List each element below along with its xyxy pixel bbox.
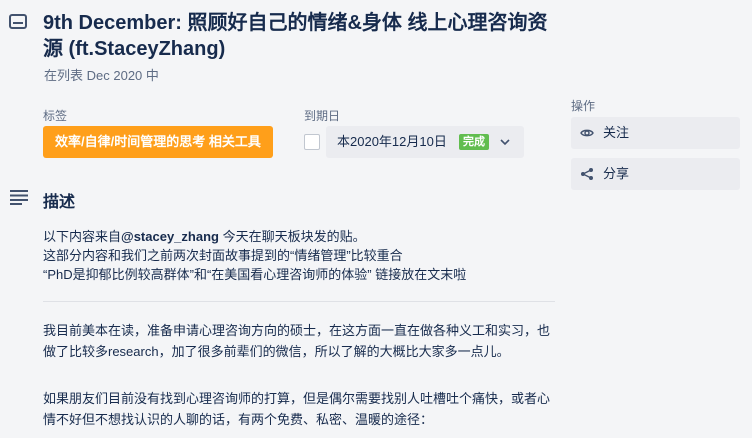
watch-button[interactable]: 关注: [571, 117, 740, 149]
description-heading: 描述: [43, 194, 76, 211]
description-line-3: “PhD是抑郁比例较高群体”和“在美国看心理咨询师的体验” 链接放在文末啦: [43, 267, 467, 282]
description-paragraph-2: 如果朋友们目前没有找到心理咨询师的打算，但是偶尔需要找别人吐槽吐个痛快，或者心情…: [43, 391, 551, 427]
description-body[interactable]: 以下内容来自@stacey_zhang 今天在聊天板块发的贴。 这部分内容和我们…: [43, 227, 553, 284]
due-date-button[interactable]: 本2020年12月10日 完成: [326, 126, 524, 158]
eye-icon: [580, 129, 594, 137]
mention-user: @stacey_zhang: [121, 229, 219, 244]
share-icon: [581, 168, 593, 180]
card-icon: [9, 14, 27, 29]
description-paragraph-1: 我目前美本在读，准备申请心理咨询方向的硕士，在这方面一直在做各种义工和实习，也做…: [43, 323, 551, 359]
list-name-link[interactable]: Dec 2020: [87, 68, 143, 83]
chevron-down-icon: [500, 139, 510, 146]
card-title[interactable]: 9th December: 照顾好自己的情绪&身体 线上心理咨询资源 (ft.S…: [43, 10, 563, 62]
description-line-1-prefix: 以下内容来自: [43, 229, 122, 244]
in-list-prefix: 在列表: [44, 68, 84, 83]
due-date-heading: 到期日: [304, 109, 341, 123]
due-complete-checkbox[interactable]: [304, 134, 320, 150]
share-button[interactable]: 分享: [571, 158, 740, 190]
description-line-1: 以下内容来自@stacey_zhang 今天在聊天板块发的贴。: [43, 227, 553, 246]
card-label[interactable]: 效率/自律/时间管理的思考 相关工具: [43, 126, 273, 158]
watch-label: 关注: [603, 125, 630, 140]
labels-heading: 标签: [43, 109, 68, 123]
description-lines-icon: [10, 190, 28, 205]
description-line-2: 这部分内容和我们之前两次封面故事提到的“情绪管理”比较重合: [43, 248, 403, 263]
share-label: 分享: [603, 166, 630, 181]
actions-heading: 操作: [571, 99, 596, 113]
due-status-badge: 完成: [459, 134, 489, 150]
description-line-1-suffix: 今天在聊天板块发的贴。: [218, 229, 366, 244]
description-divider: [43, 301, 555, 302]
due-date-text: 本2020年12月10日: [337, 134, 447, 149]
in-list-suffix: 中: [145, 68, 159, 83]
card-list-location: 在列表 Dec 2020 中: [44, 65, 159, 84]
